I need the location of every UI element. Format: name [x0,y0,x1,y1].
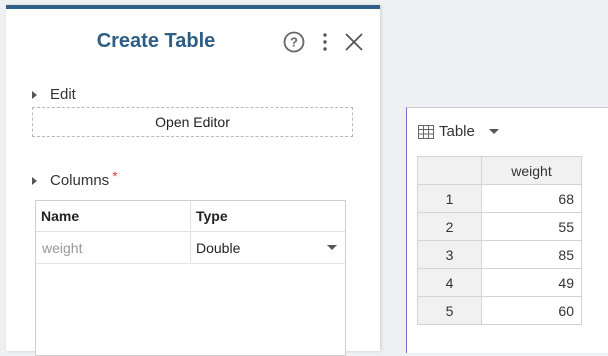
view-selector[interactable]: Table [418,123,499,140]
help-icon[interactable]: ? [283,31,305,53]
panel-title: Create Table [96,30,216,52]
row-index: 1 [417,184,482,213]
table-row: 2 55 [417,212,582,241]
row-index: 4 [417,268,482,297]
column-name-input[interactable]: weight [36,232,191,263]
expand-triangle-icon [32,176,37,185]
chevron-down-icon [327,245,337,250]
row-index: 5 [417,296,482,325]
column-type-select[interactable]: Double [191,232,345,263]
open-editor-button[interactable]: Open Editor [32,107,353,137]
grid-corner [417,156,482,185]
column-type-value: Double [196,239,241,256]
edit-section-toggle[interactable]: Edit [32,86,76,103]
columns-section-toggle[interactable]: Columns * [32,168,118,189]
view-selector-label: Table [439,123,475,140]
table-row: 5 60 [417,296,582,325]
edit-label: Edit [50,86,76,103]
table-preview: Table weight 1 68 2 55 3 85 4 49 5 60 [406,107,608,353]
table-icon [418,124,434,139]
type-column-header: Type [196,208,228,224]
grid-header-row: weight [417,156,582,185]
chevron-down-icon [488,129,499,134]
table-row: weight Double [36,232,345,264]
columns-table-header: Name Type [36,201,345,232]
cell-value[interactable]: 55 [481,212,582,241]
cell-value[interactable]: 49 [481,268,582,297]
required-asterisk: * [112,167,118,184]
table-row: 3 85 [417,240,582,269]
cell-value[interactable]: 60 [481,296,582,325]
name-column-header: Name [36,201,191,231]
expand-triangle-icon [32,90,37,99]
columns-label: Columns [50,172,110,189]
svg-text:?: ? [290,35,298,50]
row-index: 2 [417,212,482,241]
table-row: 4 49 [417,268,582,297]
grid-column-header[interactable]: weight [481,156,582,185]
close-icon[interactable] [344,32,364,52]
cell-value[interactable]: 68 [481,184,582,213]
data-grid: weight 1 68 2 55 3 85 4 49 5 60 [417,156,582,325]
row-index: 3 [417,240,482,269]
cell-value[interactable]: 85 [481,240,582,269]
create-table-panel: Create Table ? Edit Open Editor Columns … [6,5,380,356]
more-vertical-icon[interactable] [318,32,332,52]
table-row: 1 68 [417,184,582,213]
columns-table: Name Type weight Double [35,200,346,356]
